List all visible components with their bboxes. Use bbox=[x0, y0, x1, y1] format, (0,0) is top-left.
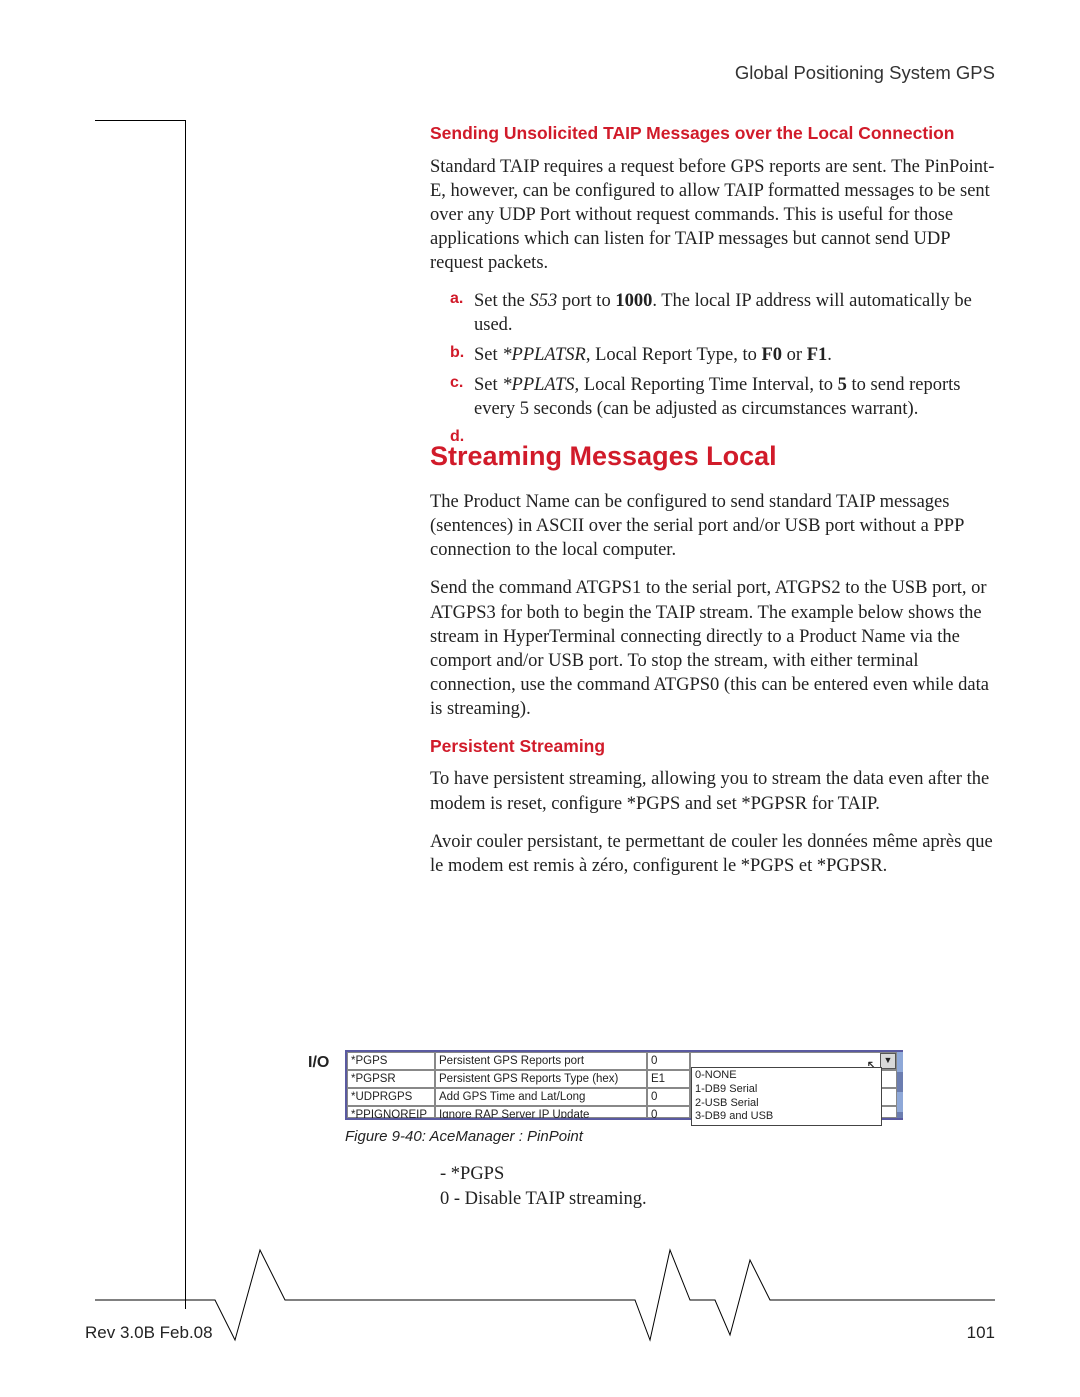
cell-value: 0 bbox=[647, 1106, 690, 1118]
dropdown-option[interactable]: 0-NONE bbox=[695, 1069, 878, 1083]
text: or bbox=[782, 345, 807, 365]
heading-streaming: Streaming Messages Local bbox=[430, 439, 1003, 474]
text: Set bbox=[474, 375, 502, 395]
cell-name: *PGPS bbox=[347, 1052, 435, 1070]
cell-name: *PPIGNOREIP bbox=[347, 1106, 435, 1118]
text: . bbox=[827, 345, 832, 365]
italic: S53 bbox=[530, 291, 558, 311]
scrollbar[interactable] bbox=[897, 1052, 903, 1118]
text: , Local Report Type, to bbox=[586, 345, 762, 365]
dropdown-option[interactable]: 1-DB9 Serial bbox=[695, 1083, 878, 1097]
subheading-persistent: Persistent Streaming bbox=[430, 735, 1003, 758]
text: Set the bbox=[474, 291, 530, 311]
cell-desc: Persistent GPS Reports port bbox=[435, 1052, 647, 1070]
figure-caption: Figure 9-40: AceManager : PinPoint bbox=[345, 1128, 583, 1145]
paragraph: To have persistent streaming, allowing y… bbox=[430, 767, 1003, 815]
bold: F1 bbox=[807, 345, 828, 365]
step-marker: c. bbox=[450, 373, 463, 394]
text: port to bbox=[557, 291, 615, 311]
intro-paragraph: Standard TAIP requires a request before … bbox=[430, 155, 1003, 275]
cell-desc: Ignore RAP Server IP Update bbox=[435, 1106, 647, 1118]
step-b: b. Set *PPLATSR, Local Report Type, to F… bbox=[456, 343, 1003, 367]
list-item: - *PGPS bbox=[440, 1162, 647, 1187]
main-content: Sending Unsolicited TAIP Messages over t… bbox=[430, 122, 1003, 892]
cell-desc: Persistent GPS Reports Type (hex) bbox=[435, 1070, 647, 1088]
page-number: 101 bbox=[967, 1323, 995, 1343]
steps-list: a. Set the S53 port to 1000. The local I… bbox=[430, 289, 1003, 421]
paragraph: Send the command ATGPS1 to the serial po… bbox=[430, 576, 1003, 720]
acemanager-table: *PGPS Persistent GPS Reports port 0 ▼ ↖ … bbox=[345, 1050, 903, 1120]
text: Local Reporting Time Interval, to bbox=[579, 375, 837, 395]
italic: *PPLATSR bbox=[502, 345, 586, 365]
page-header: Global Positioning System GPS bbox=[735, 62, 995, 84]
italic: *PPLATS, bbox=[502, 375, 579, 395]
step-marker: a. bbox=[450, 289, 463, 310]
paragraph: Avoir couler persistant, te permettant d… bbox=[430, 830, 1003, 878]
dropdown-list[interactable]: 0-NONE 1-DB9 Serial 2-USB Serial 3-DB9 a… bbox=[691, 1067, 882, 1126]
table-row: *PGPS Persistent GPS Reports port 0 ▼ ↖ … bbox=[347, 1052, 897, 1070]
subheading-taip: Sending Unsolicited TAIP Messages over t… bbox=[430, 122, 1003, 145]
below-list: - *PGPS 0 - Disable TAIP streaming. bbox=[440, 1162, 647, 1212]
bold: F0 bbox=[761, 345, 782, 365]
bold: 5 bbox=[838, 375, 847, 395]
step-marker: d. bbox=[450, 427, 464, 448]
cell-value: 0 bbox=[647, 1088, 690, 1106]
step-c: c. Set *PPLATS, Local Reporting Time Int… bbox=[456, 373, 1003, 421]
step-a: a. Set the S53 port to 1000. The local I… bbox=[456, 289, 1003, 337]
chevron-down-icon[interactable]: ▼ bbox=[880, 1053, 896, 1069]
cell-value: 0 bbox=[647, 1052, 690, 1070]
dropdown-option[interactable]: 3-DB9 and USB bbox=[695, 1110, 878, 1124]
footer-wave-icon bbox=[95, 1245, 995, 1355]
list-item: 0 - Disable TAIP streaming. bbox=[440, 1187, 647, 1212]
text: Set bbox=[474, 345, 502, 365]
footer-rev: Rev 3.0B Feb.08 bbox=[85, 1323, 213, 1343]
margin-rule bbox=[95, 120, 186, 1309]
io-label: I/O bbox=[308, 1054, 329, 1072]
step-marker: b. bbox=[450, 343, 464, 364]
paragraph: The Product Name can be configured to se… bbox=[430, 490, 1003, 562]
cell-dropdown[interactable]: ▼ ↖ 0-NONE 1-DB9 Serial 2-USB Serial 3-D… bbox=[690, 1052, 897, 1070]
dropdown-option[interactable]: 2-USB Serial bbox=[695, 1097, 878, 1111]
cell-desc: Add GPS Time and Lat/Long bbox=[435, 1088, 647, 1106]
cell-name: *UDPRGPS bbox=[347, 1088, 435, 1106]
bold: 1000 bbox=[615, 291, 652, 311]
cell-name: *PGPSR bbox=[347, 1070, 435, 1088]
cell-value: E1 bbox=[647, 1070, 690, 1088]
